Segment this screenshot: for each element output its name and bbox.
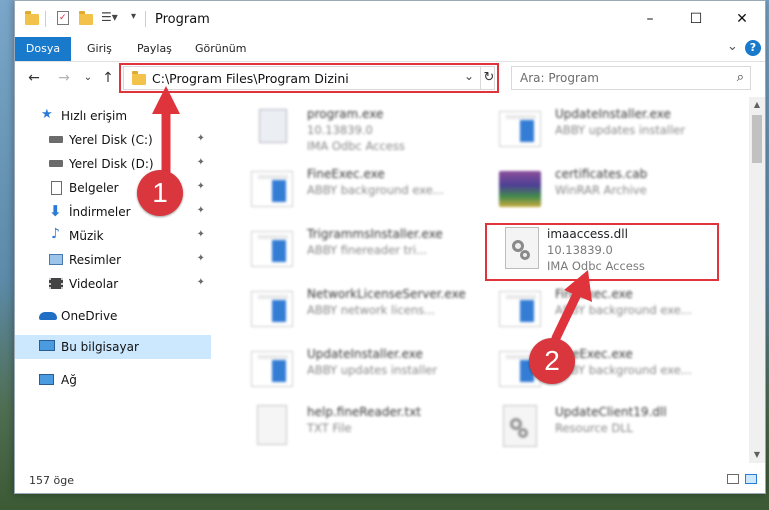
arrow-2-shaft — [551, 287, 583, 343]
step-2-badge: 2 — [529, 338, 575, 384]
arrow-1-head — [152, 86, 180, 114]
step-1-badge: 1 — [137, 170, 183, 216]
annotation-overlay — [152, 86, 592, 343]
